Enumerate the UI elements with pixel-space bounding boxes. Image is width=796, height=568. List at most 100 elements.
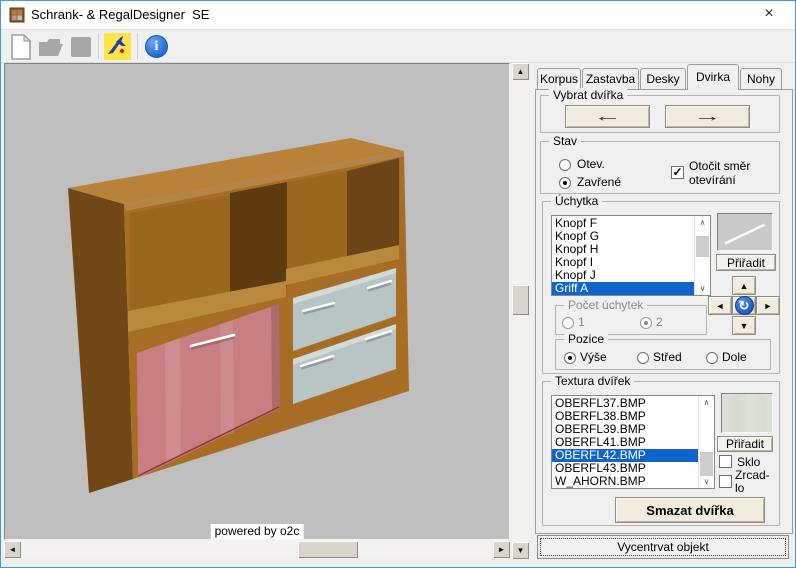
new-document-icon — [10, 34, 32, 60]
cabinet-left-side — [68, 188, 133, 493]
radio-dole-label: Dole — [722, 350, 747, 364]
group-label: Počet úchytek — [564, 298, 647, 312]
close-icon: × — [764, 5, 773, 22]
tab-korpus[interactable]: Korpus — [537, 68, 581, 89]
info-button[interactable]: i — [143, 33, 170, 60]
move-left-button[interactable]: ◄ — [708, 296, 732, 315]
next-door-button[interactable]: → — [665, 105, 750, 128]
app-window: Schrank- & RegalDesigner SE × — [0, 0, 796, 568]
close-button[interactable]: × — [747, 1, 791, 29]
texture-listbox[interactable]: OBERFL37.BMP OBERFL38.BMP OBERFL39.BMP O… — [551, 395, 715, 489]
scroll-up-button[interactable]: ▲ — [512, 63, 529, 80]
o2c-logo-icon — [105, 34, 130, 59]
list-item-selected[interactable]: Griff A — [552, 282, 694, 295]
vertical-scroll-thumb[interactable] — [512, 285, 529, 315]
checkbox-sklo[interactable] — [719, 455, 732, 468]
group-stav: Stav Otev. Zavřené ✓ Otočit směr otevírá… — [540, 141, 780, 194]
move-up-button[interactable]: ▲ — [732, 276, 756, 295]
radio-zavrene-label: Zavřené — [577, 175, 621, 189]
tab-dvirka[interactable]: Dvirka — [687, 64, 739, 90]
listbox-scrollbar[interactable]: ∧ ∨ — [694, 216, 710, 295]
rotate-icon: ↻ — [735, 296, 754, 315]
left-arrow-icon: ← — [593, 108, 622, 125]
scroll-up-button[interactable]: ∧ — [699, 396, 714, 409]
radio-stred-label: Střed — [653, 350, 682, 364]
door-edge-shadow — [271, 304, 280, 411]
right-triangle-icon: ► — [498, 545, 506, 554]
assign-handle-button[interactable]: Přiřadit — [716, 254, 776, 271]
scroll-right-button[interactable]: ► — [493, 541, 510, 558]
horizontal-scroll-thumb[interactable] — [298, 541, 358, 558]
checkbox-sklo-label: Sklo — [737, 455, 760, 469]
group-pocet-uchytek: Počet úchytek 1 2 — [555, 305, 707, 335]
furniture-3d-render — [5, 64, 509, 539]
scroll-down-button[interactable]: ▼ — [512, 542, 529, 559]
listbox-scrollbar[interactable]: ∧ ∨ — [698, 396, 714, 488]
scroll-thumb[interactable] — [700, 452, 713, 476]
o2c-player-button[interactable] — [104, 33, 131, 60]
handle-listbox[interactable]: Knopf F Knopf G Knopf H Knopf I Knopf J … — [551, 215, 711, 296]
assign-texture-button[interactable]: Přiřadit — [717, 436, 773, 452]
rotate-handle-button[interactable]: ↻ — [732, 296, 756, 315]
tab-zastavba[interactable]: Zastavba — [582, 68, 639, 89]
scroll-down-button[interactable]: ∨ — [695, 282, 710, 295]
save-button[interactable] — [67, 33, 94, 60]
info-icon: i — [145, 35, 168, 58]
scroll-thumb[interactable] — [696, 236, 709, 257]
previous-door-button[interactable]: ← — [565, 105, 650, 128]
group-textura-dvirek: Textura dvířek OBERFL37.BMP OBERFL38.BMP… — [542, 381, 780, 526]
radio-pozice-vyse[interactable] — [564, 352, 576, 364]
radio-pozice-stred[interactable] — [637, 352, 649, 364]
radio-two-label: 2 — [656, 315, 663, 329]
handle-preview — [717, 213, 773, 251]
viewport-horizontal-scrollbar[interactable]: ◄ ► — [4, 541, 510, 558]
save-icon — [70, 36, 92, 58]
o2c-watermark: powered by o2c — [211, 524, 304, 539]
title-bar: Schrank- & RegalDesigner SE × — [1, 1, 795, 29]
toolbar-separator — [98, 33, 99, 59]
group-vybrat-dvirka: Vybrat dvířka ← → — [540, 95, 780, 133]
radio-two-handles — [640, 317, 652, 329]
right-triangle-icon: ► — [764, 301, 773, 311]
radio-pozice-dole[interactable] — [706, 352, 718, 364]
group-label: Stav — [549, 134, 581, 148]
chevron-down-icon: ∨ — [700, 284, 706, 293]
tab-desky[interactable]: Desky — [640, 68, 686, 89]
checkbox-zrcadlo[interactable] — [719, 475, 732, 488]
scroll-up-button[interactable]: ∧ — [695, 216, 710, 229]
chevron-up-icon: ∧ — [704, 398, 710, 407]
checkbox-otocit-smer[interactable]: ✓ — [671, 166, 684, 179]
group-label: Úchytka — [551, 194, 602, 208]
down-triangle-icon: ▼ — [517, 546, 525, 555]
group-label: Pozice — [564, 332, 608, 346]
app-icon — [9, 7, 25, 23]
center-object-button[interactable]: Vycentrvat objekt — [537, 535, 789, 559]
3d-viewport[interactable]: powered by o2c — [4, 63, 510, 540]
check-icon: ✓ — [672, 165, 682, 179]
radio-one-label: 1 — [578, 315, 585, 329]
move-right-button[interactable]: ► — [756, 296, 780, 315]
right-arrow-icon: → — [693, 108, 722, 125]
viewport-vertical-scrollbar[interactable]: ▲ ▼ — [512, 63, 529, 559]
window-title: Schrank- & RegalDesigner SE — [31, 7, 209, 22]
scroll-left-button[interactable]: ◄ — [4, 541, 21, 558]
scroll-down-button[interactable]: ∨ — [699, 475, 714, 488]
toolbar-separator — [137, 33, 138, 59]
texture-preview — [721, 393, 773, 433]
list-item[interactable]: W_AHORN.BMP — [552, 475, 698, 488]
toolbar: i — [1, 29, 795, 63]
radio-one-handle — [562, 317, 574, 329]
open-file-button[interactable] — [37, 33, 64, 60]
new-document-button[interactable] — [7, 33, 34, 60]
move-down-button[interactable]: ▼ — [732, 316, 756, 335]
radio-zavrene[interactable] — [559, 177, 571, 189]
delete-door-button[interactable]: Smazat dvířka — [615, 497, 765, 523]
radio-vyse-label: Výše — [580, 350, 607, 364]
radio-otevrene[interactable] — [559, 159, 571, 171]
chevron-down-icon: ∨ — [704, 477, 710, 486]
group-label: Vybrat dvířka — [549, 88, 627, 102]
group-uchytka: Úchytka Knopf F Knopf G Knopf H Knopf I … — [542, 201, 780, 374]
tab-nohy[interactable]: Nohy — [740, 68, 782, 89]
checkbox-otocit-label-line2: otevírání — [689, 173, 736, 187]
handle-preview-image — [718, 214, 772, 250]
